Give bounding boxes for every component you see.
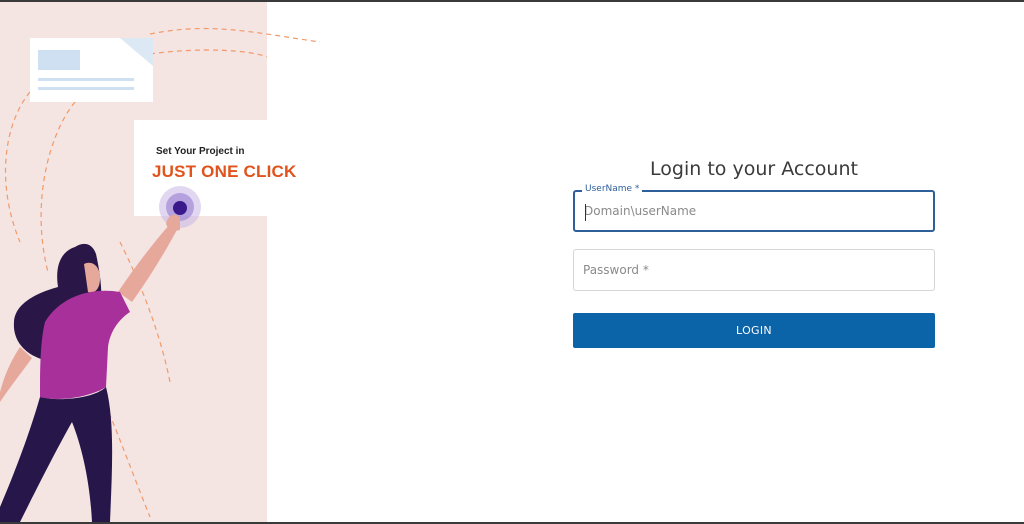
login-button[interactable]: LOGIN (573, 313, 935, 348)
password-field[interactable] (573, 249, 935, 291)
illustration (4, 27, 321, 518)
text-caret (585, 204, 586, 221)
illustration-panel: Set Your Project in JUST ONE CLICK (0, 2, 321, 522)
login-title: Login to your Account (650, 158, 858, 180)
username-input[interactable] (575, 192, 933, 230)
dashed-arc-left (4, 91, 31, 243)
promo-card: Set Your Project in JUST ONE CLICK (134, 120, 316, 216)
dashed-arc-left-2 (40, 101, 76, 273)
dashed-arc-right (69, 331, 151, 518)
promo-headline: JUST ONE CLICK (152, 162, 297, 181)
promo-tagline: Set Your Project in (156, 146, 245, 157)
dashed-arc-mid (149, 49, 268, 58)
dashed-arc-top (149, 27, 321, 43)
password-input[interactable] (574, 250, 934, 290)
username-field[interactable]: UserName * (573, 184, 935, 232)
dashed-arc-right-2 (119, 241, 171, 383)
